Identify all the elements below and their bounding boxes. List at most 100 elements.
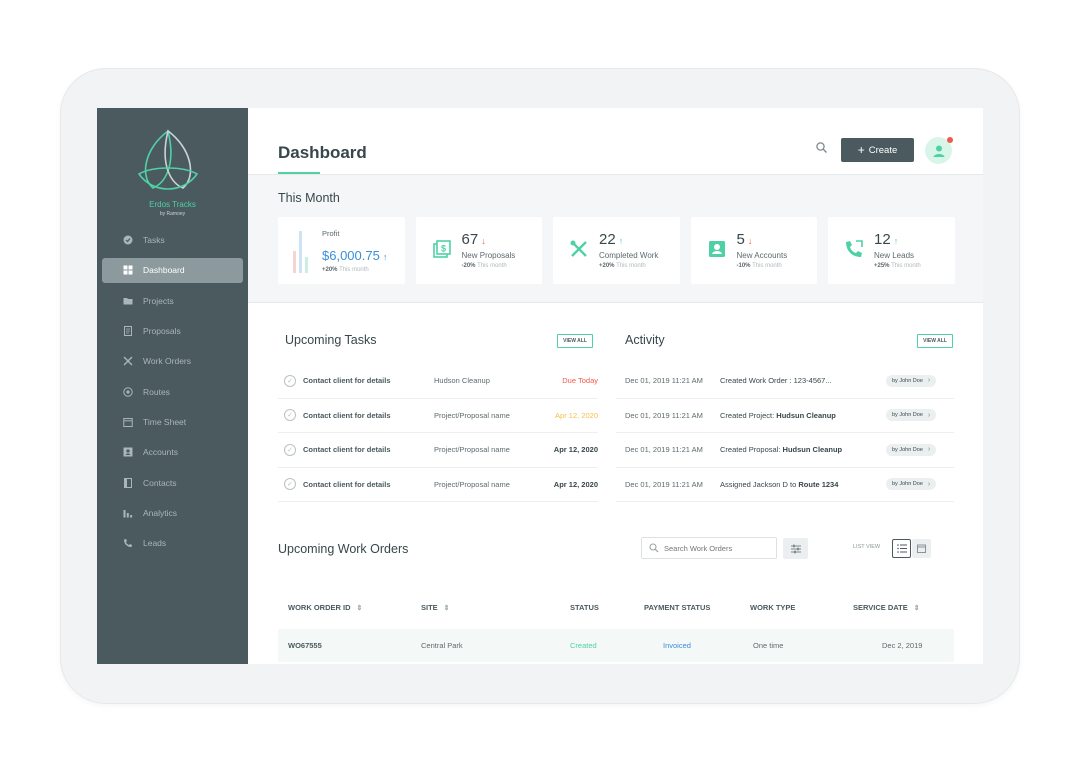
column-site[interactable]: SITE ⇕: [421, 603, 450, 612]
arrow-up-icon: ↑: [618, 236, 624, 246]
activity-row[interactable]: Dec 01, 2019 11:21 AM Created Project: H…: [616, 399, 954, 433]
sort-icon[interactable]: ⇕: [914, 604, 920, 612]
card-value: 5 ↓: [736, 231, 753, 248]
profit-card[interactable]: Profit $6,000.75 ↑ +20% This month: [278, 217, 405, 284]
task-row[interactable]: ✓ Contact client for details Hudson Clea…: [278, 364, 598, 399]
activity-date: Dec 01, 2019 11:21 AM: [625, 410, 703, 420]
sidebar-item-proposals[interactable]: Proposals: [97, 316, 248, 346]
work-order-type: One time: [753, 641, 784, 650]
check-icon[interactable]: ✓: [284, 478, 296, 491]
filter-button[interactable]: [783, 538, 808, 559]
sidebar-item-analytics[interactable]: Analytics: [97, 498, 248, 528]
activity-user-chip[interactable]: by John Doe ›: [886, 409, 937, 422]
sidebar: Erdos Tracks by Ramoey Tasks Dashboard P…: [97, 108, 248, 664]
sidebar-item-dashboard[interactable]: Dashboard: [97, 255, 248, 285]
sidebar-item-label: Dashboard: [143, 265, 185, 276]
sidebar-item-time-sheet[interactable]: Time Sheet: [97, 407, 248, 437]
tasks-view-all-button[interactable]: VIEW ALL: [557, 334, 593, 348]
activity-row[interactable]: Dec 01, 2019 11:21 AM Created Work Order…: [616, 364, 954, 399]
title-underline: [278, 172, 320, 174]
activity-text: Created Project: Hudsun Cleanup: [720, 410, 836, 420]
create-button[interactable]: + Create: [841, 138, 914, 162]
card-change: +20% This month: [599, 263, 646, 269]
main-content: Dashboard + Create This Month Profit $6,…: [248, 108, 983, 664]
top-bar: Dashboard + Create: [248, 108, 983, 175]
notification-dot: [947, 137, 953, 143]
task-due: Apr 12, 2020: [553, 479, 598, 489]
money-icon: $: [432, 240, 451, 258]
avatar[interactable]: [925, 137, 953, 164]
chevron-right-icon: ›: [927, 446, 931, 454]
task-name: Contact client for details: [303, 376, 391, 386]
check-icon[interactable]: ✓: [284, 374, 296, 387]
task-row[interactable]: ✓ Contact client for details Project/Pro…: [278, 433, 598, 468]
calendar-icon: [123, 417, 133, 427]
sidebar-item-projects[interactable]: Projects: [97, 286, 248, 316]
check-icon[interactable]: ✓: [284, 409, 296, 422]
activity-title: Activity: [625, 333, 665, 347]
column-service-date[interactable]: SERVICE DATE ⇕: [853, 603, 920, 612]
sidebar-item-label: Routes: [143, 386, 170, 397]
search-work-orders-input[interactable]: [664, 543, 764, 553]
check-icon[interactable]: ✓: [284, 443, 296, 456]
sidebar-nav: Tasks Dashboard Projects Proposals Work …: [97, 225, 248, 558]
search-work-orders-field[interactable]: [641, 537, 777, 559]
task-due: Due Today: [562, 376, 598, 386]
work-order-status: Created: [570, 641, 597, 650]
sidebar-item-label: Contacts: [143, 477, 177, 488]
sidebar-item-contacts[interactable]: Contacts: [97, 467, 248, 497]
sidebar-item-tasks[interactable]: Tasks: [97, 225, 248, 255]
upcoming-work-orders-title: Upcoming Work Orders: [278, 542, 409, 556]
card-label: New Leads: [874, 251, 915, 260]
activity-date: Dec 01, 2019 11:21 AM: [625, 445, 703, 455]
completed-work-card[interactable]: 22 ↑ Completed Work +20% This month: [553, 217, 680, 284]
profit-bars-icon: [293, 231, 308, 273]
route-icon: [123, 386, 133, 397]
activity-row[interactable]: Dec 01, 2019 11:21 AM Assigned Jackson D…: [616, 468, 954, 502]
activity-row[interactable]: Dec 01, 2019 11:21 AM Created Proposal: …: [616, 433, 954, 468]
activity-user-chip[interactable]: by John Doe ›: [886, 478, 937, 491]
bar-chart-icon: [123, 508, 133, 518]
sort-icon[interactable]: ⇕: [444, 604, 450, 612]
plus-icon: +: [857, 143, 865, 157]
search-icon[interactable]: [815, 141, 829, 155]
sidebar-item-accounts[interactable]: Accounts: [97, 437, 248, 467]
work-order-service-date: Dec 2, 2019: [882, 641, 923, 650]
sidebar-item-work-orders[interactable]: Work Orders: [97, 346, 248, 376]
task-project: Project/Proposal name: [434, 445, 510, 455]
sidebar-item-leads[interactable]: Leads: [97, 528, 248, 558]
sidebar-item-label: Projects: [143, 295, 174, 306]
task-name: Contact client for details: [303, 410, 391, 420]
upcoming-tasks-title: Upcoming Tasks: [285, 333, 377, 347]
task-project: Hudson Cleanup: [434, 376, 490, 386]
phone-icon: [123, 538, 133, 548]
app-screen: Erdos Tracks by Ramoey Tasks Dashboard P…: [97, 108, 983, 664]
task-row[interactable]: ✓ Contact client for details Project/Pro…: [278, 468, 598, 502]
column-status[interactable]: STATUS: [570, 603, 599, 612]
column-payment-status[interactable]: PAYMENT STATUS: [644, 603, 710, 612]
task-name: Contact client for details: [303, 445, 391, 455]
list-view-toggle[interactable]: [892, 539, 911, 558]
activity-user-chip[interactable]: by John Doe ›: [886, 374, 937, 387]
calendar-view-toggle[interactable]: [912, 539, 931, 558]
activity-user-chip[interactable]: by John Doe ›: [886, 443, 937, 456]
column-work-type[interactable]: WORK TYPE: [750, 603, 795, 612]
task-row[interactable]: ✓ Contact client for details Project/Pro…: [278, 399, 598, 433]
activity-view-all-button[interactable]: VIEW ALL: [917, 334, 953, 348]
new-leads-card[interactable]: 12 ↑ New Leads +25% This month: [828, 217, 955, 284]
brand-subtitle: by Ramoey: [159, 211, 186, 217]
sidebar-item-label: Proposals: [143, 326, 181, 337]
new-proposals-card[interactable]: $ 67 ↓ New Proposals -20% This month: [415, 217, 542, 284]
sort-icon[interactable]: ⇕: [357, 604, 363, 612]
card-change: -10% This month: [736, 263, 782, 269]
work-order-site: Central Park: [421, 641, 463, 650]
column-work-order-id[interactable]: WORK ORDER ID ⇕: [288, 603, 362, 612]
search-icon: [649, 543, 659, 553]
sidebar-item-label: Time Sheet: [143, 416, 187, 427]
card-value: 67 ↓: [461, 231, 486, 248]
new-accounts-card[interactable]: 5 ↓ New Accounts -10% This month: [690, 217, 817, 284]
table-row[interactable]: [278, 629, 954, 662]
sidebar-item-routes[interactable]: Routes: [97, 376, 248, 406]
tools-icon: [570, 240, 587, 257]
work-order-payment-status: Invoiced: [663, 641, 691, 650]
